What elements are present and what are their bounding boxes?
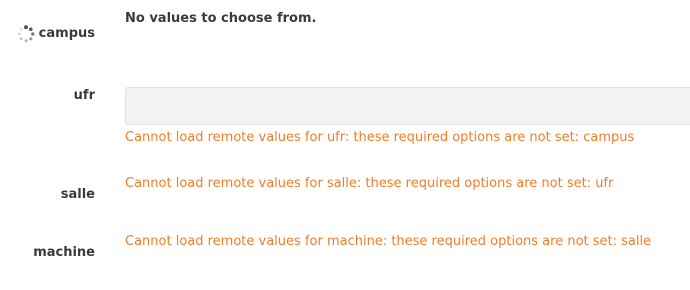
- remote-options-form: campus No values to choose from. ufr Can…: [0, 0, 690, 290]
- loading-spinner-icon: [17, 25, 35, 43]
- campus-label: campus: [38, 26, 95, 41]
- ufr-label: ufr: [73, 88, 95, 103]
- ufr-select[interactable]: [125, 87, 690, 125]
- campus-no-values-message: No values to choose from.: [125, 11, 317, 26]
- salle-label: salle: [60, 187, 95, 202]
- machine-error-message: Cannot load remote values for machine: t…: [125, 234, 652, 249]
- salle-error-message: Cannot load remote values for salle: the…: [125, 176, 614, 191]
- machine-label: machine: [33, 245, 95, 260]
- ufr-error-message: Cannot load remote values for ufr: these…: [125, 130, 635, 145]
